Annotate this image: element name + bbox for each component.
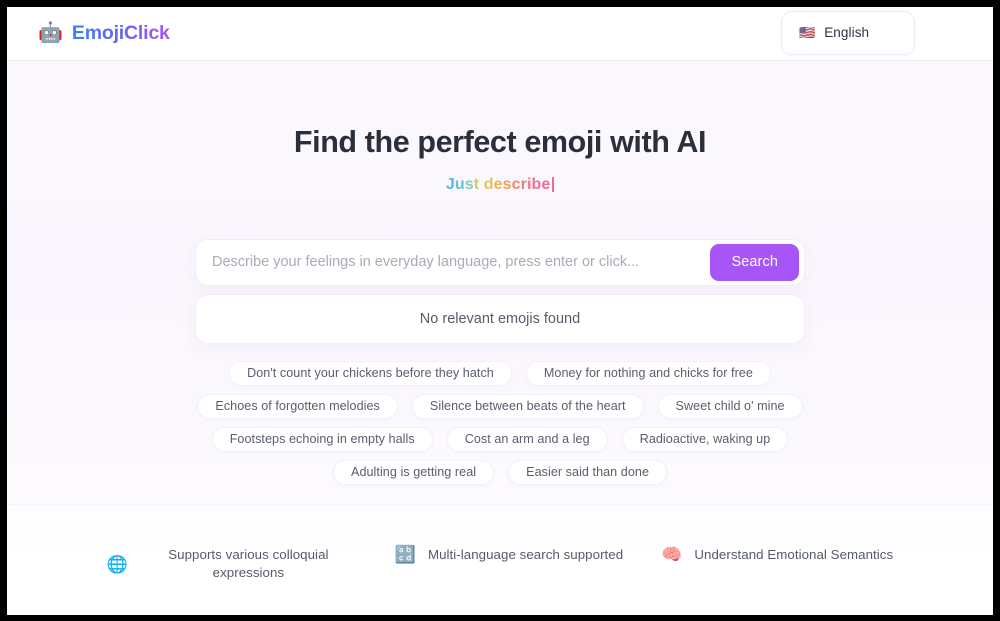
brand-logo[interactable]: 🤖 EmojiClick [38,22,170,45]
feature-label: Multi-language search supported [427,546,624,562]
brain-icon: 🧠 [661,545,683,565]
search-button[interactable]: Search [710,243,799,281]
suggestion-chip[interactable]: Cost an arm and a leg [446,426,608,452]
subtitle-letter: c [511,175,521,193]
subtitle-letter: b [531,175,542,193]
brand-name: EmojiClick [71,21,170,44]
no-results-message: No relevant emojis found [419,310,581,327]
robot-emoji-icon: 🤖 [38,22,63,44]
suggestion-chip[interactable]: Easier said than done [508,459,667,485]
results-panel: No relevant emojis found [195,293,805,344]
subtitle-letter: J [445,175,455,193]
suggestion-chip[interactable]: Don't count your chickens before they ha… [229,360,512,386]
feature-label: Understand Emotional Semantics [694,546,894,562]
animated-subtitle: Just describe [445,175,555,193]
suggestion-chip[interactable]: Adulting is getting real [333,459,495,485]
main-content: Find the perfect emoji with AI Just desc… [7,60,993,615]
subtitle-letter: d [483,175,494,193]
feature-label: Supports various colloquial expressions [168,546,329,581]
subtitle-letter: s [502,175,512,193]
search-input[interactable] [196,239,711,285]
subtitle-letter: e [493,175,503,193]
subtitle-letter: u [454,175,465,193]
suggestion-chip[interactable]: Echoes of forgotten melodies [197,393,398,419]
search-bar[interactable]: Search [195,238,805,286]
suggestion-chip[interactable]: Footsteps echoing in empty halls [211,426,433,452]
page-title: Find the perfect emoji with AI [293,124,707,159]
feature-item: 🧠 Understand Emotional Semantics [661,546,893,565]
subtitle-letter: s [464,175,474,193]
language-label: English [824,25,870,40]
suggestion-chip[interactable]: Sweet child o' mine [657,393,803,419]
globe-with-meridians-icon: 🌐 [106,554,128,574]
language-selector[interactable]: 🇺🇸 English [781,10,915,55]
subtitle-letter: e [541,175,551,193]
features-section: 🌐 Supports various colloquial expressions… [7,503,993,615]
suggestion-chip[interactable]: Silence between beats of the heart [411,393,644,419]
input-latin-letters-icon: 🔡 [394,545,416,565]
us-flag-icon: 🇺🇸 [799,25,816,40]
suggestion-chip[interactable]: Money for nothing and chicks for free [525,360,771,386]
hero-section: Find the perfect emoji with AI Just desc… [7,61,993,194]
search-section: Search No relevant emojis found [195,238,805,344]
feature-item: 🌐 Supports various colloquial expressions [107,546,357,584]
app-window: 🤖 EmojiClick 🇺🇸 English Find the perfect… [7,6,993,615]
suggestion-chip[interactable]: Radioactive, waking up [621,426,789,452]
typing-cursor [552,177,555,192]
suggestion-chip-list: Don't count your chickens before they ha… [190,360,810,485]
app-header: 🤖 EmojiClick 🇺🇸 English [7,6,993,61]
subtitle-letters: Just describe [445,175,551,193]
feature-list: 🌐 Supports various colloquial expressions… [7,505,993,584]
feature-item: 🔡 Multi-language search supported [395,546,623,565]
